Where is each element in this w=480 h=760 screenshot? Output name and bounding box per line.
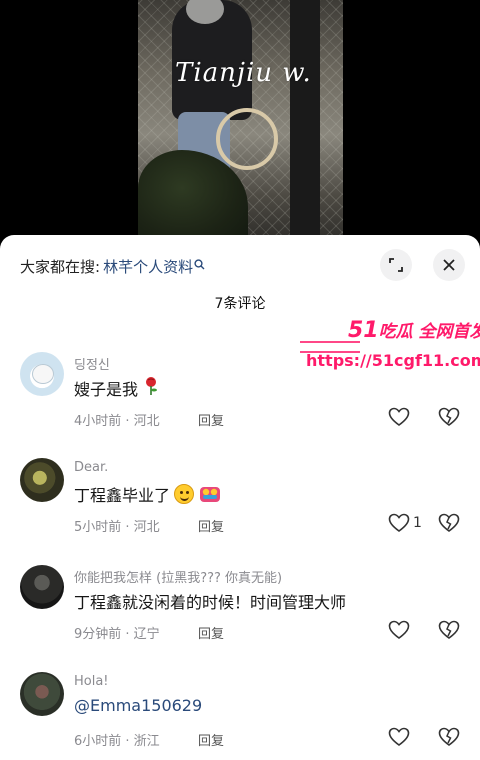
like-count: 1: [413, 515, 422, 531]
comment-author[interactable]: 딩정신: [74, 354, 110, 373]
ad-brand-text: 吃瓜 全网首发: [378, 322, 480, 342]
dislike-button[interactable]: [438, 620, 460, 644]
avatar[interactable]: [20, 565, 64, 609]
heart-icon: [388, 620, 410, 639]
comment-author[interactable]: Dear.: [74, 460, 108, 475]
comment-meta: 4小时前 · 河北: [74, 414, 160, 429]
comments-sheet: 大家都在搜: 林芊个人资料 7条评论 51吃瓜 全网首发 https://51c…: [0, 235, 480, 760]
avatar[interactable]: [20, 352, 64, 396]
video-watermark: Tianjiu w.: [175, 58, 312, 88]
ad-brand: 51吃瓜 全网首发: [348, 317, 480, 343]
comment-text: 丁程鑫就没闲着的时候！时间管理大师: [74, 589, 346, 613]
expand-icon: [389, 258, 403, 272]
avatar[interactable]: [20, 672, 64, 716]
like-button[interactable]: [388, 407, 413, 427]
close-icon: [443, 259, 455, 271]
hug-emoji-icon: [198, 484, 222, 504]
comment-meta: 6小时前 · 浙江: [74, 734, 160, 749]
broken-heart-icon: [438, 407, 460, 426]
comment-text: 丁程鑫毕业了: [74, 482, 222, 506]
dislike-button[interactable]: [438, 513, 460, 537]
comment-item: 你能把我怎样 (拉黑我??? 你真无能) 丁程鑫就没闲着的时候！时间管理大师 9…: [0, 565, 480, 665]
comment-count: 7条评论: [214, 296, 266, 312]
like-button[interactable]: [388, 620, 413, 640]
heart-icon: [388, 407, 410, 426]
comment-body: 丁程鑫就没闲着的时候！时间管理大师: [74, 593, 347, 612]
comment-author[interactable]: 你能把我怎样 (拉黑我??? 你真无能): [74, 567, 282, 586]
comment-item: Hola! @Emma150629 6小时前 · 浙江 回复: [0, 672, 480, 760]
video-frame: [138, 0, 343, 245]
comment-meta: 5小时前 · 河北: [74, 520, 160, 535]
like-button[interactable]: 1: [388, 513, 422, 533]
search-icon: [194, 259, 205, 273]
expand-button[interactable]: [380, 249, 412, 281]
comment-item: 딩정신 嫂子是我 4小时前 · 河北 回复: [0, 352, 480, 452]
ad-brand-number: 51: [348, 318, 379, 343]
reply-button[interactable]: 回复: [198, 730, 224, 749]
heart-icon: [388, 513, 410, 532]
avatar[interactable]: [20, 458, 64, 502]
comment-body: 嫂子是我: [74, 380, 139, 399]
video-player[interactable]: Tianjiu w.: [0, 0, 480, 245]
rose-emoji-icon: [142, 376, 160, 400]
suggested-search-prefix: 大家都在搜:: [20, 257, 101, 276]
comment-text: 嫂子是我: [74, 376, 160, 400]
comment-author[interactable]: Hola!: [74, 674, 109, 689]
dislike-button[interactable]: [438, 407, 460, 431]
suggested-search-term[interactable]: 林芊个人资料: [103, 256, 193, 277]
suggested-search[interactable]: 大家都在搜: 林芊个人资料: [20, 255, 205, 277]
broken-heart-icon: [438, 620, 460, 639]
close-button[interactable]: [433, 249, 465, 281]
dislike-button[interactable]: [438, 727, 460, 751]
broken-heart-icon: [438, 727, 460, 746]
like-button[interactable]: [388, 727, 413, 747]
broken-heart-icon: [438, 513, 460, 532]
comment-item: Dear. 丁程鑫毕业了 5小时前 · 河北 回复 1: [0, 458, 480, 558]
comment-body: 丁程鑫毕业了: [74, 486, 171, 505]
heart-icon: [388, 727, 410, 746]
reply-button[interactable]: 回复: [198, 623, 224, 642]
reply-button[interactable]: 回复: [198, 516, 224, 535]
reply-button[interactable]: 回复: [198, 410, 224, 429]
smiley-emoji-icon: [174, 484, 195, 504]
comment-mention[interactable]: @Emma150629: [74, 696, 202, 715]
comment-text: @Emma150629: [74, 696, 202, 715]
comment-meta: 9分钟前 · 辽宁: [74, 627, 160, 642]
